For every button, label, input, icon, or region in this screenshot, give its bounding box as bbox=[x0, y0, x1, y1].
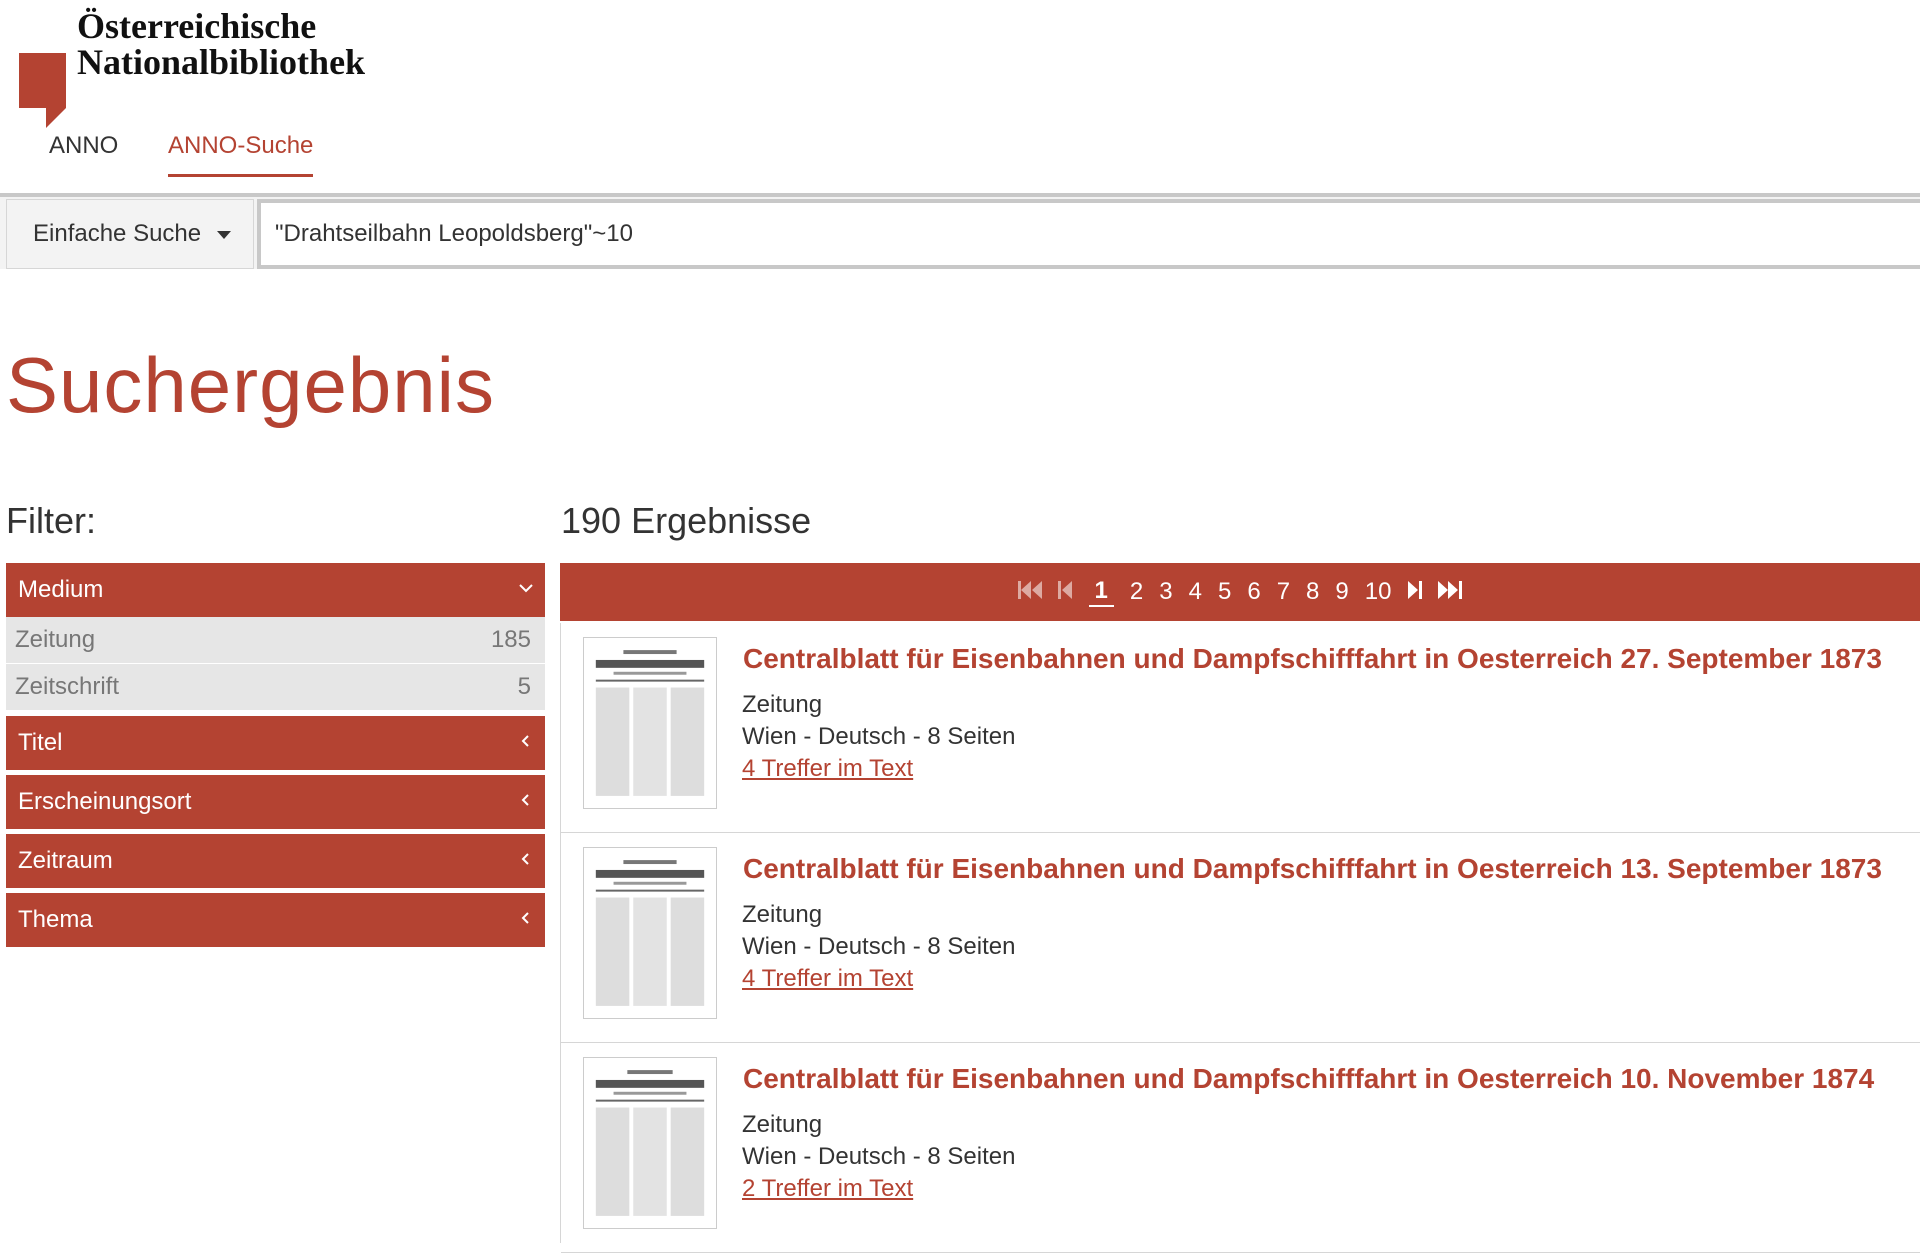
search-mode-label: Einfache Suche bbox=[33, 220, 202, 247]
nav-item-anno-suche[interactable]: ANNO-Suche bbox=[168, 132, 314, 177]
page-3[interactable]: 3 bbox=[1159, 578, 1172, 606]
facet-item-zeitung[interactable]: Zeitung 185 bbox=[6, 617, 545, 664]
facet-thema[interactable]: Thema bbox=[6, 893, 545, 947]
facet-item-label: Zeitschrift bbox=[15, 673, 120, 700]
result-title-link[interactable]: Centralblatt für Eisenbahnen und Dampfsc… bbox=[743, 1063, 1874, 1095]
result-type: Zeitung bbox=[742, 1111, 823, 1138]
chevron-left-icon bbox=[519, 848, 533, 876]
search-mode-dropdown[interactable]: Einfache Suche bbox=[6, 199, 254, 269]
result-title-link[interactable]: Centralblatt für Eisenbahnen und Dampfsc… bbox=[743, 643, 1882, 675]
result-hits-link[interactable]: 4 Treffer im Text bbox=[742, 965, 913, 993]
page-10[interactable]: 10 bbox=[1365, 578, 1392, 606]
results-list: Centralblatt für Eisenbahnen und Dampfsc… bbox=[560, 623, 1920, 1253]
page-6[interactable]: 6 bbox=[1247, 578, 1260, 606]
nav-item-anno[interactable]: ANNO bbox=[49, 132, 118, 174]
search-bar: Einfache Suche bbox=[0, 193, 1920, 269]
result-meta: Wien - Deutsch - 8 Seiten bbox=[742, 1143, 1016, 1170]
page-title: Suchergebnis bbox=[6, 341, 495, 429]
facet-item-count: 185 bbox=[490, 626, 531, 653]
prev-page-icon[interactable] bbox=[1057, 579, 1074, 606]
first-page-icon[interactable] bbox=[1017, 579, 1044, 606]
results-count: 190 Ergebnisse bbox=[561, 500, 812, 541]
result-meta: Wien - Deutsch - 8 Seiten bbox=[742, 723, 1016, 750]
result-item: Centralblatt für Eisenbahnen und Dampfsc… bbox=[561, 833, 1920, 1043]
onb-logo-text[interactable]: Österreichische Nationalbibliothek bbox=[77, 8, 365, 80]
page-8[interactable]: 8 bbox=[1306, 578, 1319, 606]
result-type: Zeitung bbox=[742, 901, 823, 928]
facet-label: Medium bbox=[18, 576, 104, 603]
facet-label: Zeitraum bbox=[18, 847, 113, 874]
result-hits-link[interactable]: 2 Treffer im Text bbox=[742, 1175, 913, 1203]
chevron-left-icon bbox=[519, 730, 533, 758]
newspaper-thumbnail[interactable] bbox=[583, 1057, 717, 1229]
filter-sidebar: Medium Zeitung 185 Zeitschrift 5 Titel E… bbox=[6, 563, 545, 952]
last-page-icon[interactable] bbox=[1436, 579, 1463, 606]
result-item: Centralblatt für Eisenbahnen und Dampfsc… bbox=[561, 1043, 1920, 1253]
filter-heading: Filter: bbox=[6, 500, 96, 541]
chevron-down-icon bbox=[519, 577, 533, 605]
page-2[interactable]: 2 bbox=[1130, 578, 1143, 606]
result-type: Zeitung bbox=[742, 691, 823, 718]
caret-down-icon bbox=[217, 231, 231, 239]
result-hits-link[interactable]: 4 Treffer im Text bbox=[742, 755, 913, 783]
facet-item-zeitschrift[interactable]: Zeitschrift 5 bbox=[6, 664, 545, 711]
result-title-link[interactable]: Centralblatt für Eisenbahnen und Dampfsc… bbox=[743, 853, 1882, 885]
facet-medium[interactable]: Medium bbox=[6, 563, 545, 617]
page-1[interactable]: 1 bbox=[1088, 577, 1114, 607]
page-7[interactable]: 7 bbox=[1277, 578, 1290, 606]
facet-label: Thema bbox=[18, 906, 93, 933]
chevron-left-icon bbox=[519, 789, 533, 817]
result-meta: Wien - Deutsch - 8 Seiten bbox=[742, 933, 1016, 960]
search-input[interactable] bbox=[257, 199, 1920, 269]
facet-label: Erscheinungsort bbox=[18, 788, 192, 815]
newspaper-thumbnail[interactable] bbox=[583, 847, 717, 1019]
logo-line-1: Österreichische bbox=[77, 6, 317, 46]
pagination: 1 2 3 4 5 6 7 8 9 10 bbox=[560, 563, 1920, 621]
newspaper-thumbnail[interactable] bbox=[583, 637, 717, 809]
facet-medium-items: Zeitung 185 Zeitschrift 5 bbox=[6, 617, 545, 711]
logo-line-2: Nationalbibliothek bbox=[77, 42, 366, 82]
facet-erscheinungsort[interactable]: Erscheinungsort bbox=[6, 775, 545, 829]
onb-logo-mark bbox=[19, 53, 66, 128]
result-item: Centralblatt für Eisenbahnen und Dampfsc… bbox=[561, 623, 1920, 833]
page-9[interactable]: 9 bbox=[1335, 578, 1348, 606]
page-4[interactable]: 4 bbox=[1189, 578, 1202, 606]
facet-zeitraum[interactable]: Zeitraum bbox=[6, 834, 545, 888]
page-5[interactable]: 5 bbox=[1218, 578, 1231, 606]
facet-label: Titel bbox=[18, 729, 63, 756]
chevron-left-icon bbox=[519, 907, 533, 935]
facet-item-count: 5 bbox=[517, 673, 531, 700]
facet-item-label: Zeitung bbox=[15, 626, 96, 653]
next-page-icon[interactable] bbox=[1406, 579, 1423, 606]
facet-titel[interactable]: Titel bbox=[6, 716, 545, 770]
